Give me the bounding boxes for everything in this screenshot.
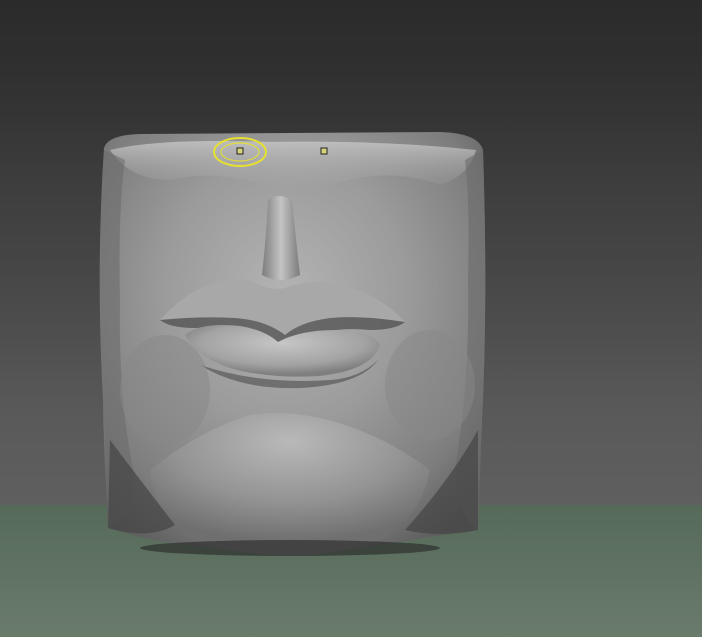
sculpt-contact-shadow	[140, 540, 440, 556]
sculpt-right-cheek	[385, 330, 475, 440]
sculpt-viewport[interactable]	[0, 0, 702, 637]
sculpt-left-cheek	[120, 335, 210, 445]
brush-center-point	[236, 147, 244, 155]
symmetry-point-right-marker	[320, 147, 328, 155]
sculpt-canvas[interactable]	[0, 0, 702, 637]
